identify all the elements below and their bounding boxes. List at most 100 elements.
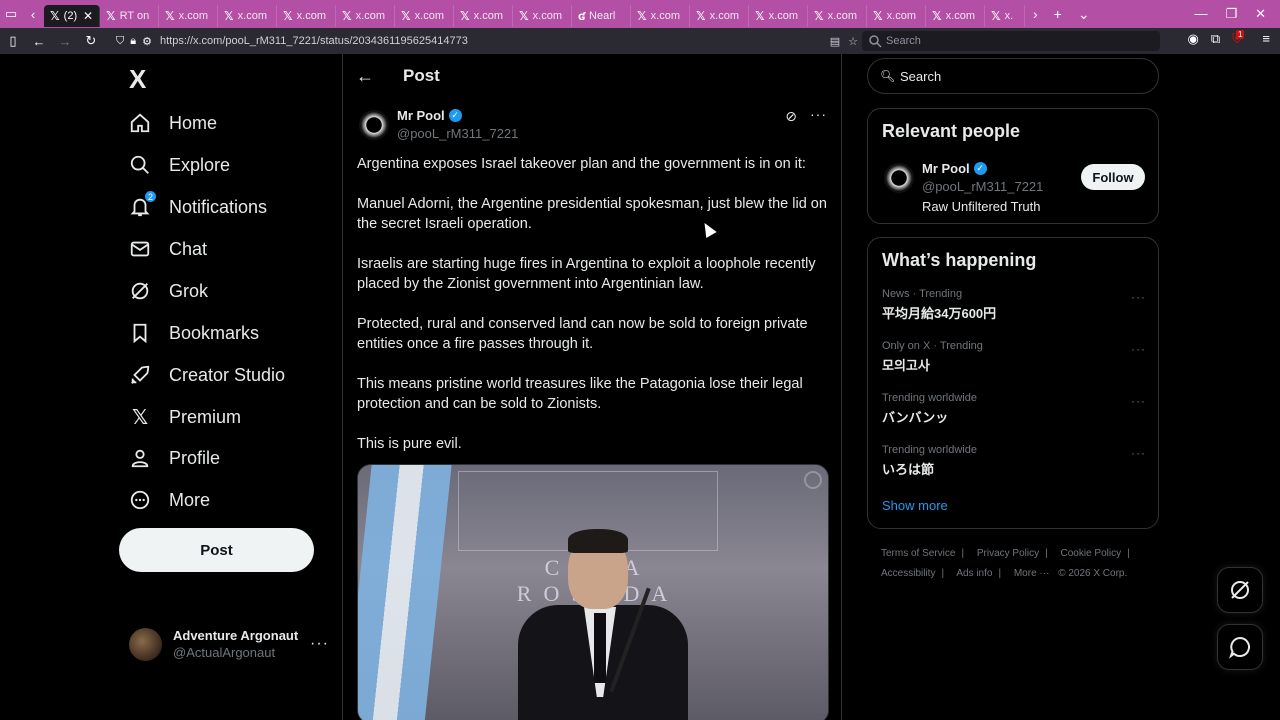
reader-view-icon[interactable]: ▤ xyxy=(830,35,840,48)
nav-home[interactable]: Home xyxy=(129,105,217,141)
trend-item[interactable]: Only on X · Trending 모의고사 ··· xyxy=(882,340,1146,380)
forward-icon[interactable]: → xyxy=(52,28,78,54)
footer-link[interactable]: Terms of Service xyxy=(881,548,955,559)
grok-icon xyxy=(1231,581,1249,599)
follow-button[interactable]: Follow xyxy=(1081,164,1145,190)
reload-icon[interactable]: ↻ xyxy=(78,28,104,54)
browser-tab[interactable]: 𝕏x.com xyxy=(513,4,572,27)
new-tab-icon[interactable]: + xyxy=(1046,6,1070,22)
back-icon[interactable]: ← xyxy=(26,28,52,54)
trend-more-icon[interactable]: ··· xyxy=(1131,394,1146,408)
x-favicon-icon: 𝕏 xyxy=(696,8,706,23)
browser-tab[interactable]: 𝕏x.com xyxy=(749,4,808,27)
nav-profile[interactable]: Profile xyxy=(129,440,220,476)
author-avatar[interactable] xyxy=(359,110,389,140)
list-tabs-icon[interactable]: ⌄ xyxy=(1070,6,1098,23)
post-video[interactable]: CASA ROSADA xyxy=(357,464,829,720)
relevant-person-name[interactable]: Mr Pool xyxy=(922,161,970,176)
bookmark-star-icon[interactable]: ☆ xyxy=(848,35,858,48)
permissions-icon[interactable]: ⚙ xyxy=(142,35,152,48)
browser-tab[interactable]: 𝕏x.com xyxy=(395,4,454,27)
trend-more-icon[interactable]: ··· xyxy=(1131,342,1146,356)
author-name[interactable]: Mr Pool xyxy=(397,108,445,123)
browser-tab[interactable]: 𝕏x.com xyxy=(454,4,513,27)
relevant-person-name-row[interactable]: Mr Pool ✓ xyxy=(922,161,987,176)
messages-float-button[interactable] xyxy=(1217,624,1263,670)
browser-tab[interactable]: 𝕏x.com xyxy=(808,4,867,27)
trend-more-icon[interactable]: ··· xyxy=(1131,290,1146,304)
more-dots-icon[interactable]: ··· xyxy=(310,635,329,653)
browser-tab[interactable]: 𝕏x. xyxy=(985,4,1025,27)
whats-happening-card: What’s happening News · Trending 平均月給34万… xyxy=(867,237,1159,529)
trend-item[interactable]: News · Trending 平均月給34万600円 ··· xyxy=(882,288,1146,328)
close-tab-icon[interactable]: ✕ xyxy=(83,9,93,23)
browser-nav-bar: ▯ ← → ↻ ⛉ 🔒︎ ⚙ https://x.com/pooL_rM311_… xyxy=(0,28,1280,54)
account-icon[interactable]: ◉ xyxy=(1188,31,1199,47)
grok-float-button[interactable] xyxy=(1217,567,1263,613)
browser-tab[interactable]: 𝕏x.com xyxy=(867,4,926,27)
relevant-person-handle[interactable]: @pooL_rM311_7221 xyxy=(922,179,1043,194)
browser-tab[interactable]: ʛ Nearl xyxy=(572,4,631,27)
browser-tab[interactable]: 𝕏x.com xyxy=(159,4,218,27)
nav-more[interactable]: More xyxy=(129,482,210,518)
url-bar[interactable]: ⛉ 🔒︎ ⚙ https://x.com/pooL_rM311_7221/sta… xyxy=(116,31,858,51)
browser-tab[interactable]: 𝕏 RT on xyxy=(100,4,159,27)
x-favicon-icon: 𝕏 xyxy=(814,8,824,23)
browser-tab[interactable]: 𝕏x.com xyxy=(690,4,749,27)
footer-link[interactable]: More ··· xyxy=(1014,568,1050,579)
nav-creator-studio[interactable]: Creator Studio xyxy=(129,357,285,393)
trend-item[interactable]: Trending worldwide バンバンッ ··· xyxy=(882,392,1146,432)
tab-overview-icon[interactable]: ▭ xyxy=(0,0,22,28)
lock-icon[interactable]: 🔒︎ xyxy=(130,35,136,48)
search-icon: 🔍︎ xyxy=(880,69,896,83)
nav-premium[interactable]: 𝕏 Premium xyxy=(129,399,241,435)
nav-explore[interactable]: Explore xyxy=(129,147,230,183)
author-handle[interactable]: @pooL_rM311_7221 xyxy=(397,126,518,141)
footer-link[interactable]: Privacy Policy xyxy=(977,548,1039,559)
scroll-tabs-left-icon[interactable]: ‹ xyxy=(22,0,44,28)
trend-more-icon[interactable]: ··· xyxy=(1131,446,1146,460)
nav-bookmarks[interactable]: Bookmarks xyxy=(129,315,259,351)
author-name-row[interactable]: Mr Pool ✓ xyxy=(397,108,462,123)
footer-link[interactable]: Ads info xyxy=(956,568,992,579)
copyright: © 2026 X Corp. xyxy=(1058,568,1128,579)
trend-title: いろは節 xyxy=(882,462,935,477)
browser-tab[interactable]: 𝕏x.com xyxy=(926,4,985,27)
post-button[interactable]: Post xyxy=(119,528,314,572)
window-close-icon[interactable]: ✕ xyxy=(1255,6,1266,22)
grok-explain-icon[interactable]: ⊘ xyxy=(785,108,797,125)
post-author: Mr Pool ✓ @pooL_rM311_7221 ⊘ ··· xyxy=(357,106,827,146)
menu-icon[interactable]: ≡ xyxy=(1262,31,1270,47)
nav-chat[interactable]: Chat xyxy=(129,231,207,267)
browser-tab[interactable]: 𝕏x.com xyxy=(336,4,395,27)
nav-notifications[interactable]: 2 Notifications xyxy=(129,189,267,225)
footer-link[interactable]: Accessibility xyxy=(881,568,935,579)
nav-grok[interactable]: Grok xyxy=(129,273,208,309)
search-input[interactable]: 🔍︎ Search xyxy=(867,58,1159,94)
minimize-icon[interactable]: — xyxy=(1194,6,1207,22)
show-more-link[interactable]: Show more xyxy=(882,498,948,513)
mail-icon xyxy=(129,238,151,260)
x-favicon-icon: 𝕏 xyxy=(755,8,765,23)
browser-search-field[interactable]: Search xyxy=(862,31,1160,51)
account-switcher[interactable]: Adventure Argonaut @ActualArgonaut ··· xyxy=(129,626,329,662)
shield-icon[interactable]: ⛉ xyxy=(116,35,124,48)
restore-icon[interactable]: ❐ xyxy=(1225,6,1237,22)
browser-tab[interactable]: 𝕏x.com xyxy=(218,4,277,27)
url-text[interactable]: https://x.com/pooL_rM311_7221/status/203… xyxy=(160,35,468,47)
browser-tab[interactable]: 𝕏x.com xyxy=(277,4,336,27)
post-body: Argentina exposes Israel takeover plan a… xyxy=(357,154,827,474)
post-more-icon[interactable]: ··· xyxy=(810,106,827,122)
back-arrow-icon[interactable]: ← xyxy=(356,66,374,87)
extensions-icon[interactable]: ⧉ xyxy=(1211,31,1220,47)
sidebar-toggle-icon[interactable]: ▯ xyxy=(0,28,26,54)
browser-tab-active[interactable]: 𝕏 (2) ✕ xyxy=(44,4,100,27)
avatar[interactable] xyxy=(884,163,914,193)
footer-link[interactable]: Cookie Policy xyxy=(1061,548,1122,559)
nav-label: More xyxy=(169,489,211,510)
x-logo[interactable]: X xyxy=(129,64,146,95)
trend-item[interactable]: Trending worldwide いろは節 ··· xyxy=(882,444,1146,484)
scroll-tabs-right-icon[interactable]: › xyxy=(1025,6,1046,22)
ublock-icon[interactable]: ⛨1 xyxy=(1232,30,1250,47)
browser-tab[interactable]: 𝕏x.com xyxy=(631,4,690,27)
